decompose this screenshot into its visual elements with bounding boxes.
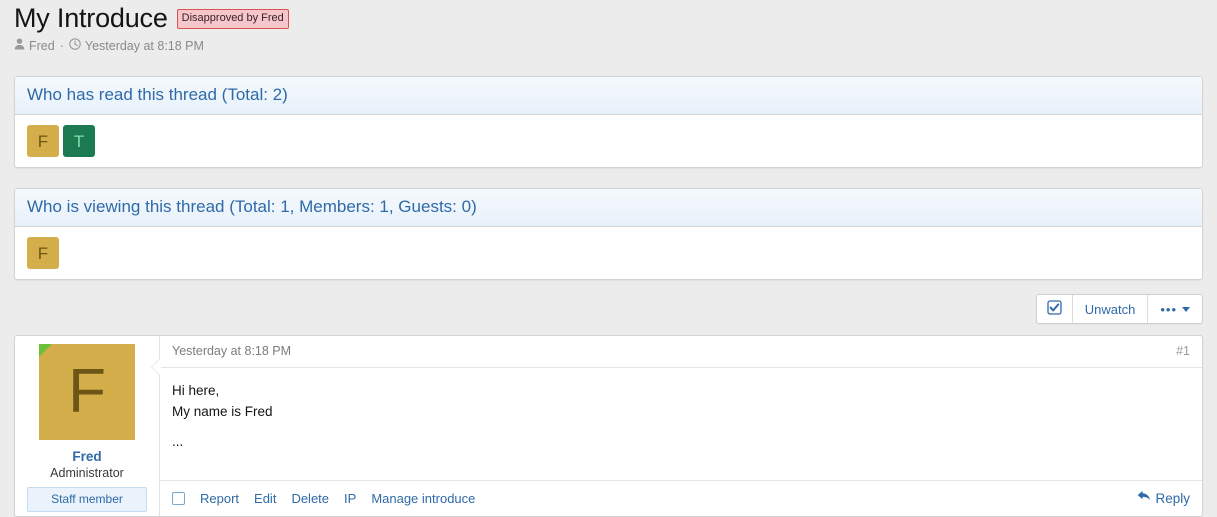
message-line: My name is Fred <box>172 404 273 419</box>
post-main: Yesterday at 8:18 PM #1 Hi here, My name… <box>151 336 1202 516</box>
post-number[interactable]: #1 <box>1176 344 1190 358</box>
who-has-read-body: F T <box>15 115 1202 167</box>
post-message-body: Hi here, My name is Fred ... <box>160 368 1202 480</box>
post-author-title: Administrator <box>50 466 124 480</box>
message-line: ... <box>172 434 184 449</box>
avatar[interactable]: F <box>27 125 59 157</box>
post-author-name[interactable]: Fred <box>27 449 147 464</box>
unwatch-button[interactable]: Unwatch <box>1072 295 1149 323</box>
user-icon <box>14 38 25 53</box>
edit-link[interactable]: Edit <box>254 491 276 506</box>
reply-button[interactable]: Reply <box>1137 490 1190 506</box>
avatar-letter: F <box>68 357 106 426</box>
manage-introduce-link[interactable]: Manage introduce <box>371 491 475 506</box>
message-line: Hi here, <box>172 383 220 398</box>
thread-page: My Introduce Disapproved by Fred Fred · … <box>0 0 1217 517</box>
watch-toggle-button[interactable] <box>1036 295 1073 323</box>
who-has-read-header: Who has read this thread (Total: 2) <box>15 77 1202 115</box>
post-arrow-notch-inner <box>152 358 161 376</box>
report-link[interactable]: Report <box>200 491 239 506</box>
who-is-viewing-block: Who is viewing this thread (Total: 1, Me… <box>14 188 1203 280</box>
avatar[interactable]: T <box>63 125 95 157</box>
post-select-checkbox[interactable] <box>172 491 185 505</box>
reply-label: Reply <box>1155 490 1190 506</box>
chevron-down-icon <box>1182 306 1190 312</box>
who-is-viewing-body: F <box>15 227 1202 279</box>
thread-toolbar: Unwatch ••• <box>14 294 1203 324</box>
thread-byline: Fred · Yesterday at 8:18 PM <box>14 34 1203 56</box>
more-dots-label: ••• <box>1160 301 1177 317</box>
post-timestamp[interactable]: Yesterday at 8:18 PM <box>172 344 291 358</box>
clock-icon <box>69 38 81 53</box>
thread-author[interactable]: Fred <box>29 39 55 53</box>
staff-member-banner: Staff member <box>27 487 147 512</box>
post-footer: Report Edit Delete IP Manage introduce R… <box>160 480 1202 516</box>
ip-link[interactable]: IP <box>344 491 356 506</box>
delete-link[interactable]: Delete <box>291 491 329 506</box>
who-has-read-block: Who has read this thread (Total: 2) F T <box>14 76 1203 168</box>
more-options-button[interactable]: ••• <box>1148 295 1202 323</box>
toolbar-button-group: Unwatch ••• <box>1035 294 1203 324</box>
thread-title-row: My Introduce Disapproved by Fred <box>14 0 1203 34</box>
avatar[interactable]: F <box>27 237 59 269</box>
checked-box-icon <box>1047 300 1062 318</box>
post-author-sidebar: F Fred Administrator Staff member <box>15 336 160 516</box>
online-indicator-icon <box>39 344 52 357</box>
post-header: Yesterday at 8:18 PM #1 <box>160 336 1202 368</box>
page-title: My Introduce <box>14 3 168 33</box>
byline-separator: · <box>59 38 64 53</box>
status-badge: Disapproved by Fred <box>176 8 289 29</box>
thread-timestamp[interactable]: Yesterday at 8:18 PM <box>85 39 204 53</box>
post-footer-links: Report Edit Delete IP Manage introduce <box>172 491 475 506</box>
who-is-viewing-header: Who is viewing this thread (Total: 1, Me… <box>15 189 1202 227</box>
reply-arrow-icon <box>1137 490 1151 506</box>
avatar[interactable]: F <box>39 344 135 440</box>
post-container: F Fred Administrator Staff member Yester… <box>14 335 1203 517</box>
